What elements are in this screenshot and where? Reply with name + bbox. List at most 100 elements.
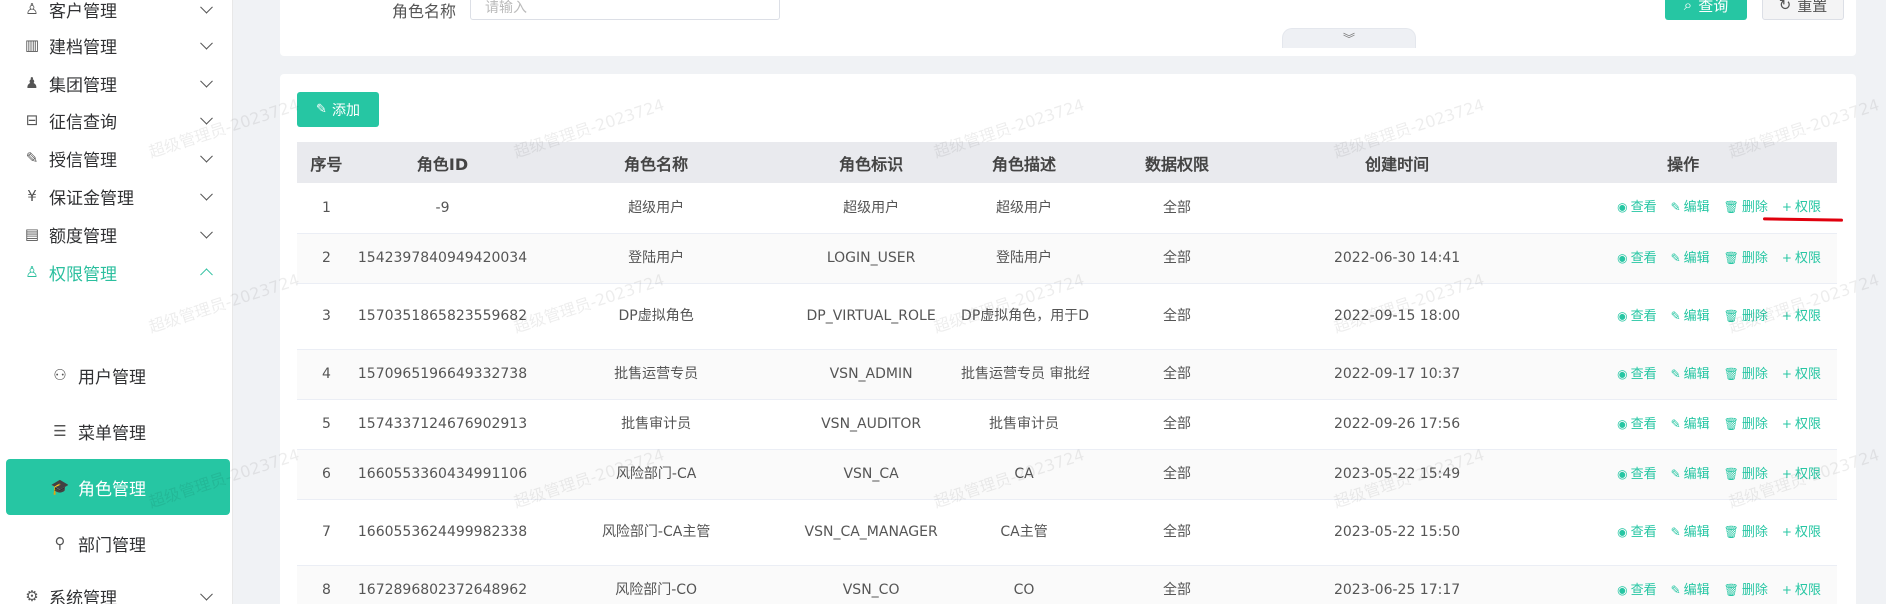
delete-button[interactable]: 🗑 删除 xyxy=(1724,304,1768,329)
edit-button[interactable]: ✎ 编辑 xyxy=(1671,246,1710,271)
view-button[interactable]: ◉ 查看 xyxy=(1617,304,1657,329)
edit-button[interactable]: ✎ 编辑 xyxy=(1671,195,1710,220)
sidebar-subitem-role[interactable]: 🎓 角色管理 xyxy=(6,459,230,515)
eye-icon: ◉ xyxy=(1617,308,1628,323)
plus-icon: + xyxy=(1781,250,1792,265)
row-actions: ◉ 查看 ✎ 编辑 🗑 删除 + 权限 xyxy=(1529,499,1837,566)
delete-button[interactable]: 🗑 删除 xyxy=(1724,578,1768,603)
action-label: 权限 xyxy=(1794,466,1821,482)
permission-button[interactable]: + 权限 xyxy=(1782,462,1821,487)
delete-button[interactable]: 🗑 删除 xyxy=(1724,246,1768,271)
sidebar-subitem-user[interactable]: ⚇ 用户管理 xyxy=(0,347,233,403)
role-key: LOGIN_USER xyxy=(783,233,960,284)
sidebar: ♙ 客户管理 ▥ 建档管理 ♟ 集团管理 ⊟ 征信查询 ✎ 授信管理 ¥ 保证金管理 ▤ 额度管理 ♙ 权限管… xyxy=(0,0,233,604)
created-time: 2022-09-17 10:37 xyxy=(1264,349,1530,400)
view-button[interactable]: ◉ 查看 xyxy=(1617,412,1657,437)
role-description: DP虚拟角色，用于DP... xyxy=(959,283,1090,350)
eye-icon: ◉ xyxy=(1617,524,1628,539)
view-button[interactable]: ◉ 查看 xyxy=(1617,362,1657,387)
query-button[interactable]: ⌕ 查询 xyxy=(1665,0,1747,20)
view-button[interactable]: ◉ 查看 xyxy=(1617,246,1657,271)
created-time: 2023-05-22 15:49 xyxy=(1264,449,1530,500)
table-row: 7 1660553624499982338 风险部门-CA主管 VSN_CA_MANA… xyxy=(297,499,1837,566)
sidebar-item-group[interactable]: ♟ 集团管理 xyxy=(0,62,233,104)
edit-icon: ✎ xyxy=(1670,524,1681,539)
sidebar-item-label: 征信查询 xyxy=(49,112,117,133)
action-label: 编辑 xyxy=(1683,466,1710,482)
role-id: 1570351865823559682 xyxy=(355,283,530,350)
sidebar-item-credit-grant[interactable]: ✎ 授信管理 xyxy=(0,137,233,179)
row-actions: ◉ 查看 ✎ 编辑 🗑 删除 + 权限 xyxy=(1529,183,1837,234)
sidebar-subitem-label: 角色管理 xyxy=(78,479,146,500)
edit-button[interactable]: ✎ 编辑 xyxy=(1671,362,1710,387)
row-number: 8 xyxy=(297,565,356,604)
view-button[interactable]: ◉ 查看 xyxy=(1617,462,1657,487)
sidebar-subitem-label: 部门管理 xyxy=(78,535,146,556)
sidebar-item-quota[interactable]: ▤ 额度管理 xyxy=(0,213,233,255)
delete-button[interactable]: 🗑 删除 xyxy=(1724,195,1768,220)
action-label: 查看 xyxy=(1630,466,1657,482)
edit-button[interactable]: ✎ 编辑 xyxy=(1671,462,1710,487)
add-button[interactable]: ✎ 添加 xyxy=(297,92,379,127)
action-label: 权限 xyxy=(1794,366,1821,382)
row-action-group: ◉ 查看 ✎ 编辑 🗑 删除 + 权限 xyxy=(1531,578,1835,603)
sidebar-item-deposit[interactable]: ¥ 保证金管理 xyxy=(0,175,233,217)
delete-button[interactable]: 🗑 删除 xyxy=(1724,462,1768,487)
view-button[interactable]: ◉ 查看 xyxy=(1617,195,1657,220)
role-name: 风险部门-CA xyxy=(529,449,784,500)
edit-icon: ✎ xyxy=(1670,366,1681,381)
role-description: CA主管 xyxy=(959,499,1090,566)
sidebar-item-permission[interactable]: ♙ 权限管理 xyxy=(0,251,233,293)
edit-button[interactable]: ✎ 编辑 xyxy=(1671,412,1710,437)
permission-button[interactable]: + 权限 xyxy=(1782,304,1821,329)
sidebar-subitem-menu-list[interactable]: ☰ 菜单管理 xyxy=(0,403,233,459)
action-label: 权限 xyxy=(1794,308,1821,324)
row-action-group: ◉ 查看 ✎ 编辑 🗑 删除 + 权限 xyxy=(1531,246,1835,271)
sidebar-item-system[interactable]: ⚙ 系统管理 xyxy=(0,575,233,604)
group-icon: ♟ xyxy=(25,74,39,92)
created-time: 2023-06-25 17:17 xyxy=(1264,565,1530,604)
permission-button[interactable]: + 权限 xyxy=(1782,195,1821,220)
delete-button[interactable]: 🗑 删除 xyxy=(1724,520,1768,545)
search-icon: ⌕ xyxy=(1683,0,1693,14)
sidebar-item-label: 额度管理 xyxy=(49,226,117,247)
row-action-group: ◉ 查看 ✎ 编辑 🗑 删除 + 权限 xyxy=(1531,362,1835,387)
role-name: 登陆用户 xyxy=(529,233,784,284)
permission-button[interactable]: + 权限 xyxy=(1782,578,1821,603)
sidebar-item-label: 集团管理 xyxy=(49,75,117,96)
sidebar-item-label: 建档管理 xyxy=(49,37,117,58)
table-row: 4 1570965196649332738 批售运营专员 VSN_ADMIN 批售运营专… xyxy=(297,349,1837,400)
permission-button[interactable]: + 权限 xyxy=(1782,412,1821,437)
column-header: 角色标识 xyxy=(783,142,960,183)
edit-button[interactable]: ✎ 编辑 xyxy=(1671,578,1710,603)
archive-icon: ▥ xyxy=(24,36,40,54)
reset-button[interactable]: ↻ 重置 xyxy=(1762,0,1844,20)
role-name: 批售审计员 xyxy=(529,399,784,450)
role-name-label: 角色名称 xyxy=(392,2,457,21)
created-time: 2023-05-22 15:50 xyxy=(1264,499,1530,566)
action-label: 删除 xyxy=(1741,366,1768,382)
sidebar-item-credit-query[interactable]: ⊟ 征信查询 xyxy=(0,99,233,141)
edit-button[interactable]: ✎ 编辑 xyxy=(1671,520,1710,545)
view-button[interactable]: ◉ 查看 xyxy=(1617,520,1657,545)
created-time: 2022-09-26 17:56 xyxy=(1264,399,1530,450)
action-label: 编辑 xyxy=(1683,308,1710,324)
permission-button[interactable]: + 权限 xyxy=(1782,246,1821,271)
delete-button[interactable]: 🗑 删除 xyxy=(1724,362,1768,387)
row-number: 4 xyxy=(297,349,356,400)
row-action-group: ◉ 查看 ✎ 编辑 🗑 删除 + 权限 xyxy=(1531,195,1835,220)
view-button[interactable]: ◉ 查看 xyxy=(1617,578,1657,603)
sidebar-item-archive[interactable]: ▥ 建档管理 xyxy=(0,24,233,66)
edit-button[interactable]: ✎ 编辑 xyxy=(1671,304,1710,329)
delete-button[interactable]: 🗑 删除 xyxy=(1724,412,1768,437)
created-time: 2022-06-30 14:41 xyxy=(1264,233,1530,284)
trash-icon: 🗑 xyxy=(1723,308,1739,323)
role-id: 1570965196649332738 xyxy=(355,349,530,400)
plus-icon: + xyxy=(1781,308,1792,323)
role-name: 超级用户 xyxy=(529,183,784,234)
permission-button[interactable]: + 权限 xyxy=(1782,520,1821,545)
permission-button[interactable]: + 权限 xyxy=(1782,362,1821,387)
collapse-toggle[interactable]: ︾ xyxy=(1282,28,1416,48)
role-name-input[interactable]: 请输入 xyxy=(470,0,780,20)
sidebar-subitem-department[interactable]: ⚲ 部门管理 xyxy=(0,515,233,571)
